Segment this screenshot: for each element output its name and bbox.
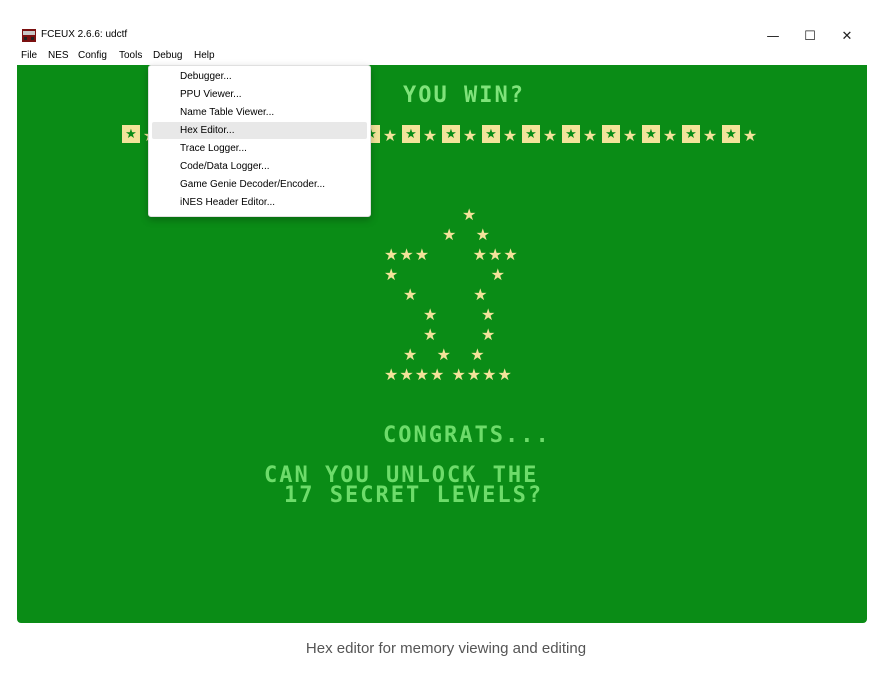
menu-item-code-data-logger[interactable]: Code/Data Logger... [152, 158, 367, 175]
menu-item-ppu-viewer[interactable]: PPU Viewer... [152, 86, 367, 103]
menu-item-label: Debugger... [180, 71, 232, 82]
emulator-window: FCEUX 2.6.6: udctf — ☐ ✕ File NES Config… [17, 25, 867, 623]
star-icon: ★ [702, 125, 718, 145]
menu-config[interactable]: Config [78, 50, 107, 61]
menu-item-trace-logger[interactable]: Trace Logger... [152, 140, 367, 157]
menu-item-label: Game Genie Decoder/Encoder... [180, 179, 326, 190]
menu-item-label: Code/Data Logger... [180, 161, 270, 172]
menu-item-label: PPU Viewer... [180, 89, 242, 100]
win-heading: YOU WIN? [403, 83, 525, 108]
menu-item-label: Trace Logger... [180, 143, 247, 154]
menu-item-hex-editor[interactable]: Hex Editor... [152, 122, 367, 139]
close-button[interactable]: ✕ [829, 25, 865, 47]
star-icon: ★ ★ [423, 325, 497, 344]
menu-bar: File NES Config Tools Debug Help [17, 47, 867, 65]
maximize-icon: ☐ [804, 28, 816, 44]
game-screen[interactable]: YOU WIN? ★ ★ ★ ★ ★ ★ ★ ★ ★ ★ ★ ★ ★ ★ ★ ★… [17, 65, 867, 623]
unlock-text-line2: 17 SECRET LEVELS? [284, 483, 544, 508]
menu-tools[interactable]: Tools [119, 50, 142, 61]
star-icon: ★ ★ [403, 285, 489, 304]
star-block: ★ [682, 125, 700, 143]
menu-debug[interactable]: Debug [153, 50, 182, 61]
menu-item-ines-header-editor[interactable]: iNES Header Editor... [152, 194, 367, 211]
fceux-app-icon [22, 29, 36, 42]
maximize-button[interactable]: ☐ [792, 25, 828, 47]
star-icon: ★★★ ★★★ [384, 245, 519, 264]
star-icon: ★ ★ [423, 305, 497, 324]
close-icon: ✕ [841, 28, 853, 44]
window-title: FCEUX 2.6.6: udctf [41, 29, 128, 40]
star-icon: ★★★★ ★★★★ [384, 365, 513, 384]
menu-item-label: iNES Header Editor... [180, 197, 276, 208]
star-icon: ★ ★ ★ [403, 345, 486, 364]
star-icon: ★ [542, 125, 558, 145]
menu-help[interactable]: Help [194, 50, 215, 61]
star-icon: ★ [662, 125, 678, 145]
title-bar[interactable]: FCEUX 2.6.6: udctf — ☐ ✕ [17, 25, 867, 47]
star-icon: ★ [502, 125, 518, 145]
menu-item-label: Hex Editor... [180, 125, 235, 136]
star-icon: ★ [462, 205, 478, 224]
menu-item-debugger[interactable]: Debugger... [152, 68, 367, 85]
congrats-text: CONGRATS... [383, 423, 551, 448]
menu-nes[interactable]: NES [48, 50, 69, 61]
minimize-button[interactable]: — [755, 25, 791, 47]
star-icon: ★ [582, 125, 598, 145]
star-block: ★ [602, 125, 620, 143]
star-block: ★ [122, 125, 140, 143]
star-icon: ★ [742, 125, 758, 145]
star-block: ★ [522, 125, 540, 143]
star-block: ★ [402, 125, 420, 143]
star-block: ★ [642, 125, 660, 143]
star-icon: ★ [382, 125, 398, 145]
menu-file[interactable]: File [21, 50, 37, 61]
star-icon: ★ [422, 125, 438, 145]
debug-menu-dropdown: Debugger... PPU Viewer... Name Table Vie… [148, 65, 371, 217]
star-block: ★ [562, 125, 580, 143]
star-icon: ★ [462, 125, 478, 145]
figure-caption: Hex editor for memory viewing and editin… [305, 640, 587, 657]
star-icon: ★ ★ [384, 265, 506, 284]
star-icon: ★ ★ [442, 225, 491, 244]
menu-item-game-genie[interactable]: Game Genie Decoder/Encoder... [152, 176, 367, 193]
menu-item-name-table-viewer[interactable]: Name Table Viewer... [152, 104, 367, 121]
star-block: ★ [442, 125, 460, 143]
star-icon: ★ [622, 125, 638, 145]
star-block: ★ [722, 125, 740, 143]
menu-item-label: Name Table Viewer... [180, 107, 275, 118]
star-block: ★ [482, 125, 500, 143]
minimize-icon: — [766, 28, 780, 44]
